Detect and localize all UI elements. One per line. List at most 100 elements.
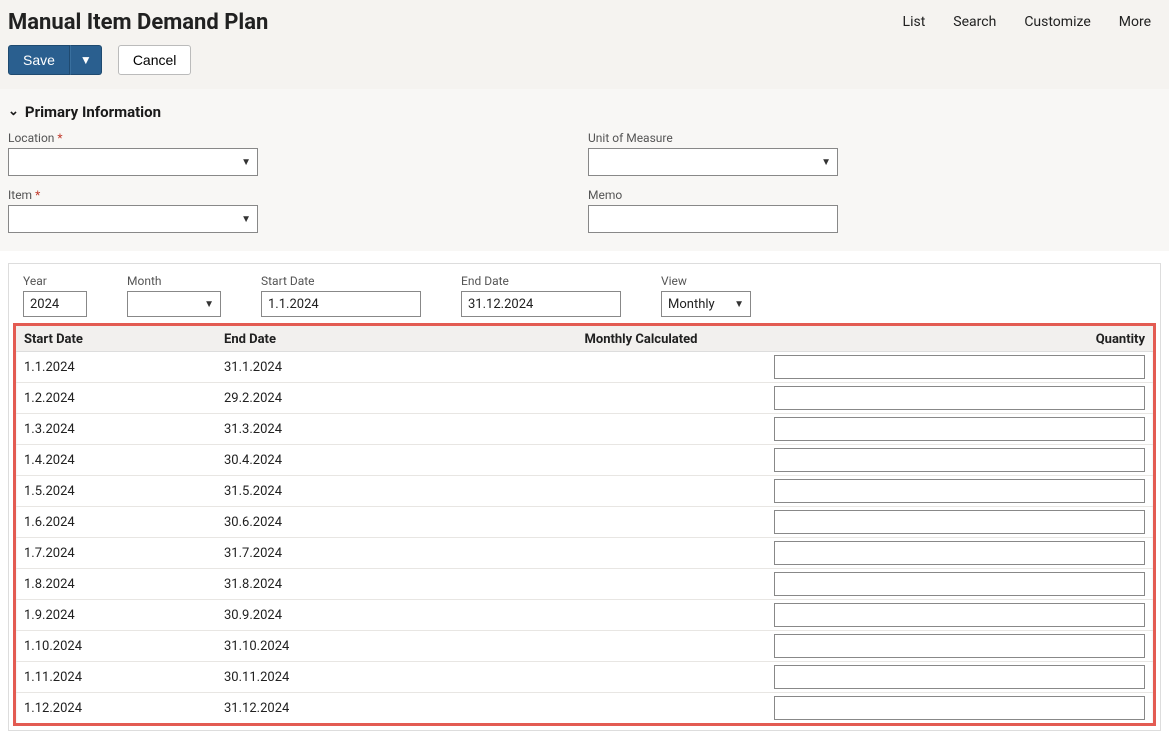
top-link-customize[interactable]: Customize	[1024, 14, 1090, 30]
memo-input[interactable]	[588, 205, 838, 233]
quantity-input[interactable]	[774, 696, 1145, 720]
save-dropdown-button[interactable]: ▼	[70, 45, 102, 75]
quantity-input[interactable]	[774, 479, 1145, 503]
cell-monthly-calculated	[516, 414, 766, 445]
cell-end-date: 30.9.2024	[216, 600, 516, 631]
year-input[interactable]: 2024	[23, 291, 87, 317]
cell-end-date: 31.8.2024	[216, 569, 516, 600]
section-header-primary[interactable]: ⌄ Primary Information	[8, 103, 1161, 121]
cell-start-date: 1.3.2024	[16, 414, 216, 445]
uom-select[interactable]: ▼	[588, 148, 838, 176]
cell-monthly-calculated	[516, 476, 766, 507]
col-header-calc[interactable]: Monthly Calculated	[516, 326, 766, 352]
start-date-label: Start Date	[261, 274, 421, 288]
top-links: List Search Customize More	[903, 8, 1161, 30]
caret-down-icon: ▼	[204, 299, 214, 310]
cell-end-date: 29.2.2024	[216, 383, 516, 414]
cell-end-date: 31.7.2024	[216, 538, 516, 569]
quantity-input[interactable]	[774, 541, 1145, 565]
memo-label: Memo	[588, 188, 878, 202]
cell-monthly-calculated	[516, 445, 766, 476]
quantity-input[interactable]	[774, 603, 1145, 627]
table-row: 1.6.202430.6.2024	[16, 507, 1153, 538]
quantity-input[interactable]	[774, 634, 1145, 658]
cell-quantity	[766, 414, 1153, 445]
demand-grid-highlight: Start Date End Date Monthly Calculated Q…	[13, 323, 1156, 726]
uom-label: Unit of Measure	[588, 131, 878, 145]
month-label: Month	[127, 274, 221, 288]
caret-down-icon: ▼	[241, 157, 251, 168]
start-date-input[interactable]: 1.1.2024	[261, 291, 421, 317]
page-title: Manual Item Demand Plan	[8, 10, 268, 35]
cell-start-date: 1.11.2024	[16, 662, 216, 693]
section-title: Primary Information	[25, 103, 161, 121]
top-link-more[interactable]: More	[1119, 14, 1151, 30]
quantity-input[interactable]	[774, 572, 1145, 596]
cell-start-date: 1.10.2024	[16, 631, 216, 662]
cell-monthly-calculated	[516, 600, 766, 631]
table-row: 1.1.202431.1.2024	[16, 352, 1153, 383]
cell-start-date: 1.9.2024	[16, 600, 216, 631]
cell-monthly-calculated	[516, 352, 766, 383]
cell-start-date: 1.4.2024	[16, 445, 216, 476]
cell-quantity	[766, 445, 1153, 476]
cell-quantity	[766, 383, 1153, 414]
demand-grid: Start Date End Date Monthly Calculated Q…	[16, 326, 1153, 723]
table-row: 1.12.202431.12.2024	[16, 693, 1153, 724]
cell-end-date: 31.10.2024	[216, 631, 516, 662]
cell-quantity	[766, 600, 1153, 631]
cell-monthly-calculated	[516, 383, 766, 414]
cell-quantity	[766, 662, 1153, 693]
quantity-input[interactable]	[774, 355, 1145, 379]
cell-end-date: 31.12.2024	[216, 693, 516, 724]
top-link-search[interactable]: Search	[953, 14, 996, 30]
cell-start-date: 1.2.2024	[16, 383, 216, 414]
cell-monthly-calculated	[516, 538, 766, 569]
cell-end-date: 30.11.2024	[216, 662, 516, 693]
table-row: 1.2.202429.2.2024	[16, 383, 1153, 414]
col-header-start[interactable]: Start Date	[16, 326, 216, 352]
view-select[interactable]: Monthly ▼	[661, 291, 751, 317]
table-row: 1.7.202431.7.2024	[16, 538, 1153, 569]
cell-quantity	[766, 538, 1153, 569]
cell-quantity	[766, 352, 1153, 383]
table-row: 1.8.202431.8.2024	[16, 569, 1153, 600]
table-row: 1.10.202431.10.2024	[16, 631, 1153, 662]
location-select[interactable]: ▼	[8, 148, 258, 176]
cancel-button[interactable]: Cancel	[118, 45, 192, 75]
cell-quantity	[766, 693, 1153, 724]
cell-start-date: 1.6.2024	[16, 507, 216, 538]
caret-down-icon: ▼	[734, 299, 744, 310]
end-date-label: End Date	[461, 274, 621, 288]
table-row: 1.4.202430.4.2024	[16, 445, 1153, 476]
quantity-input[interactable]	[774, 417, 1145, 441]
cell-monthly-calculated	[516, 507, 766, 538]
end-date-input[interactable]: 31.12.2024	[461, 291, 621, 317]
cell-start-date: 1.5.2024	[16, 476, 216, 507]
col-header-qty[interactable]: Quantity	[766, 326, 1153, 352]
cell-quantity	[766, 569, 1153, 600]
cell-quantity	[766, 507, 1153, 538]
caret-down-icon: ▼	[241, 214, 251, 225]
table-row: 1.9.202430.9.2024	[16, 600, 1153, 631]
month-select[interactable]: ▼	[127, 291, 221, 317]
top-link-list[interactable]: List	[903, 14, 926, 30]
cell-start-date: 1.12.2024	[16, 693, 216, 724]
item-select[interactable]: ▼	[8, 205, 258, 233]
quantity-input[interactable]	[774, 448, 1145, 472]
cell-end-date: 31.5.2024	[216, 476, 516, 507]
quantity-input[interactable]	[774, 386, 1145, 410]
cell-monthly-calculated	[516, 631, 766, 662]
table-row: 1.11.202430.11.2024	[16, 662, 1153, 693]
quantity-input[interactable]	[774, 665, 1145, 689]
year-label: Year	[23, 274, 87, 288]
cell-start-date: 1.7.2024	[16, 538, 216, 569]
save-button[interactable]: Save	[8, 45, 70, 75]
caret-down-icon: ▼	[80, 53, 92, 67]
quantity-input[interactable]	[774, 510, 1145, 534]
cell-start-date: 1.1.2024	[16, 352, 216, 383]
cell-quantity	[766, 631, 1153, 662]
item-label: Item *	[8, 188, 298, 202]
col-header-end[interactable]: End Date	[216, 326, 516, 352]
cell-end-date: 30.6.2024	[216, 507, 516, 538]
